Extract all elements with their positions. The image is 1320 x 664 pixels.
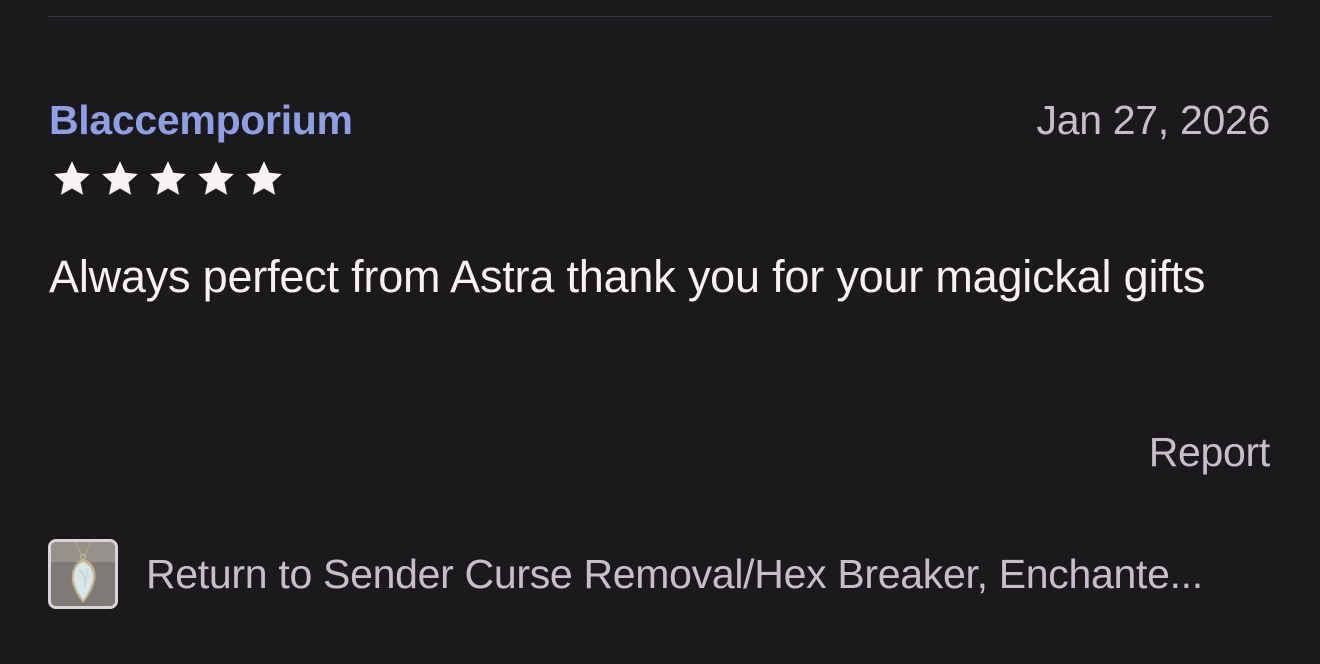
review-text: Always perfect from Astra thank you for … [49,251,1206,302]
star-rating [49,158,287,200]
listing-title[interactable]: Return to Sender Curse Removal/Hex Break… [146,550,1203,598]
star-icon [193,158,239,200]
star-icon [145,158,191,200]
listing-thumbnail[interactable] [48,539,118,609]
review-date: Jan 27, 2026 [1036,97,1271,143]
star-icon [241,158,287,200]
report-link[interactable]: Report [1149,428,1271,476]
star-icon [49,158,95,200]
top-divider [48,16,1272,17]
reviewer-name-link[interactable]: Blaccemporium [49,96,353,144]
pendant-image [51,542,115,606]
star-icon [97,158,143,200]
listing-link[interactable]: Return to Sender Curse Removal/Hex Break… [48,536,1272,612]
